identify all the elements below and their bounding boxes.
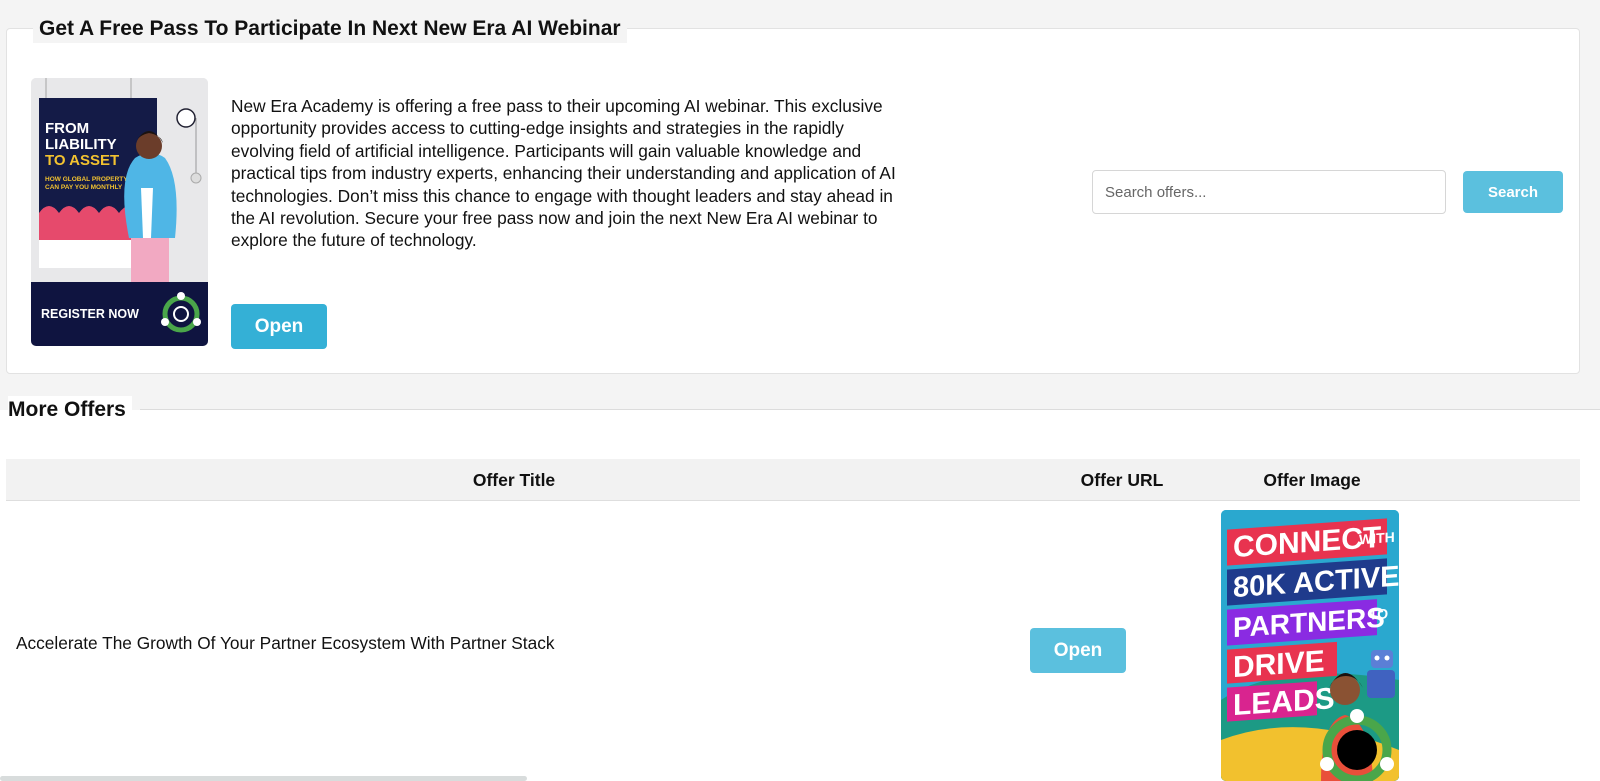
more-offers-title: More Offers <box>8 396 132 424</box>
search-button[interactable]: Search <box>1463 171 1563 213</box>
featured-open-button[interactable]: Open <box>231 304 327 349</box>
featured-offer-panel: Get A Free Pass To Participate In Next N… <box>6 15 1580 374</box>
column-header-offer-image: Offer Image <box>1263 470 1361 490</box>
column-header-offer-url: Offer URL <box>1080 470 1164 490</box>
offers-table-header: Offer Title Offer URL Offer Image <box>6 459 1580 501</box>
offer-row-image: CONNECT WITH 80K ACTIVE PARTNERS TO DRIV… <box>1221 510 1399 781</box>
featured-offer-title: Get A Free Pass To Participate In Next N… <box>33 15 627 43</box>
featured-offer-poster: FROM LIABILITY TO ASSET HOW GLOBAL PROPE… <box>31 78 208 346</box>
poster-register-cta: REGISTER NOW <box>41 307 139 321</box>
column-header-offer-title: Offer Title <box>472 470 556 490</box>
poster-headline-3: TO ASSET <box>45 152 119 169</box>
offer-row-open-button[interactable]: Open <box>1030 628 1126 673</box>
offer-image-line-6: DRIVE <box>1233 645 1325 684</box>
search-input[interactable] <box>1092 170 1446 214</box>
offer-image-line-2: WITH <box>1359 529 1395 547</box>
more-offers-divider <box>0 409 1600 410</box>
poster-sub-2: CAN PAY YOU MONTHLY <box>45 184 123 191</box>
offer-row-title: Accelerate The Growth Of Your Partner Ec… <box>16 633 555 653</box>
offer-image-line-5: TO <box>1369 605 1388 622</box>
horizontal-scrollbar[interactable] <box>0 776 527 781</box>
poster-headline-2: LIABILITY <box>45 136 117 153</box>
poster-sub-1: HOW GLOBAL PROPERTY <box>45 176 128 183</box>
poster-headline-1: FROM <box>45 120 89 137</box>
featured-offer-description: New Era Academy is offering a free pass … <box>231 96 896 251</box>
